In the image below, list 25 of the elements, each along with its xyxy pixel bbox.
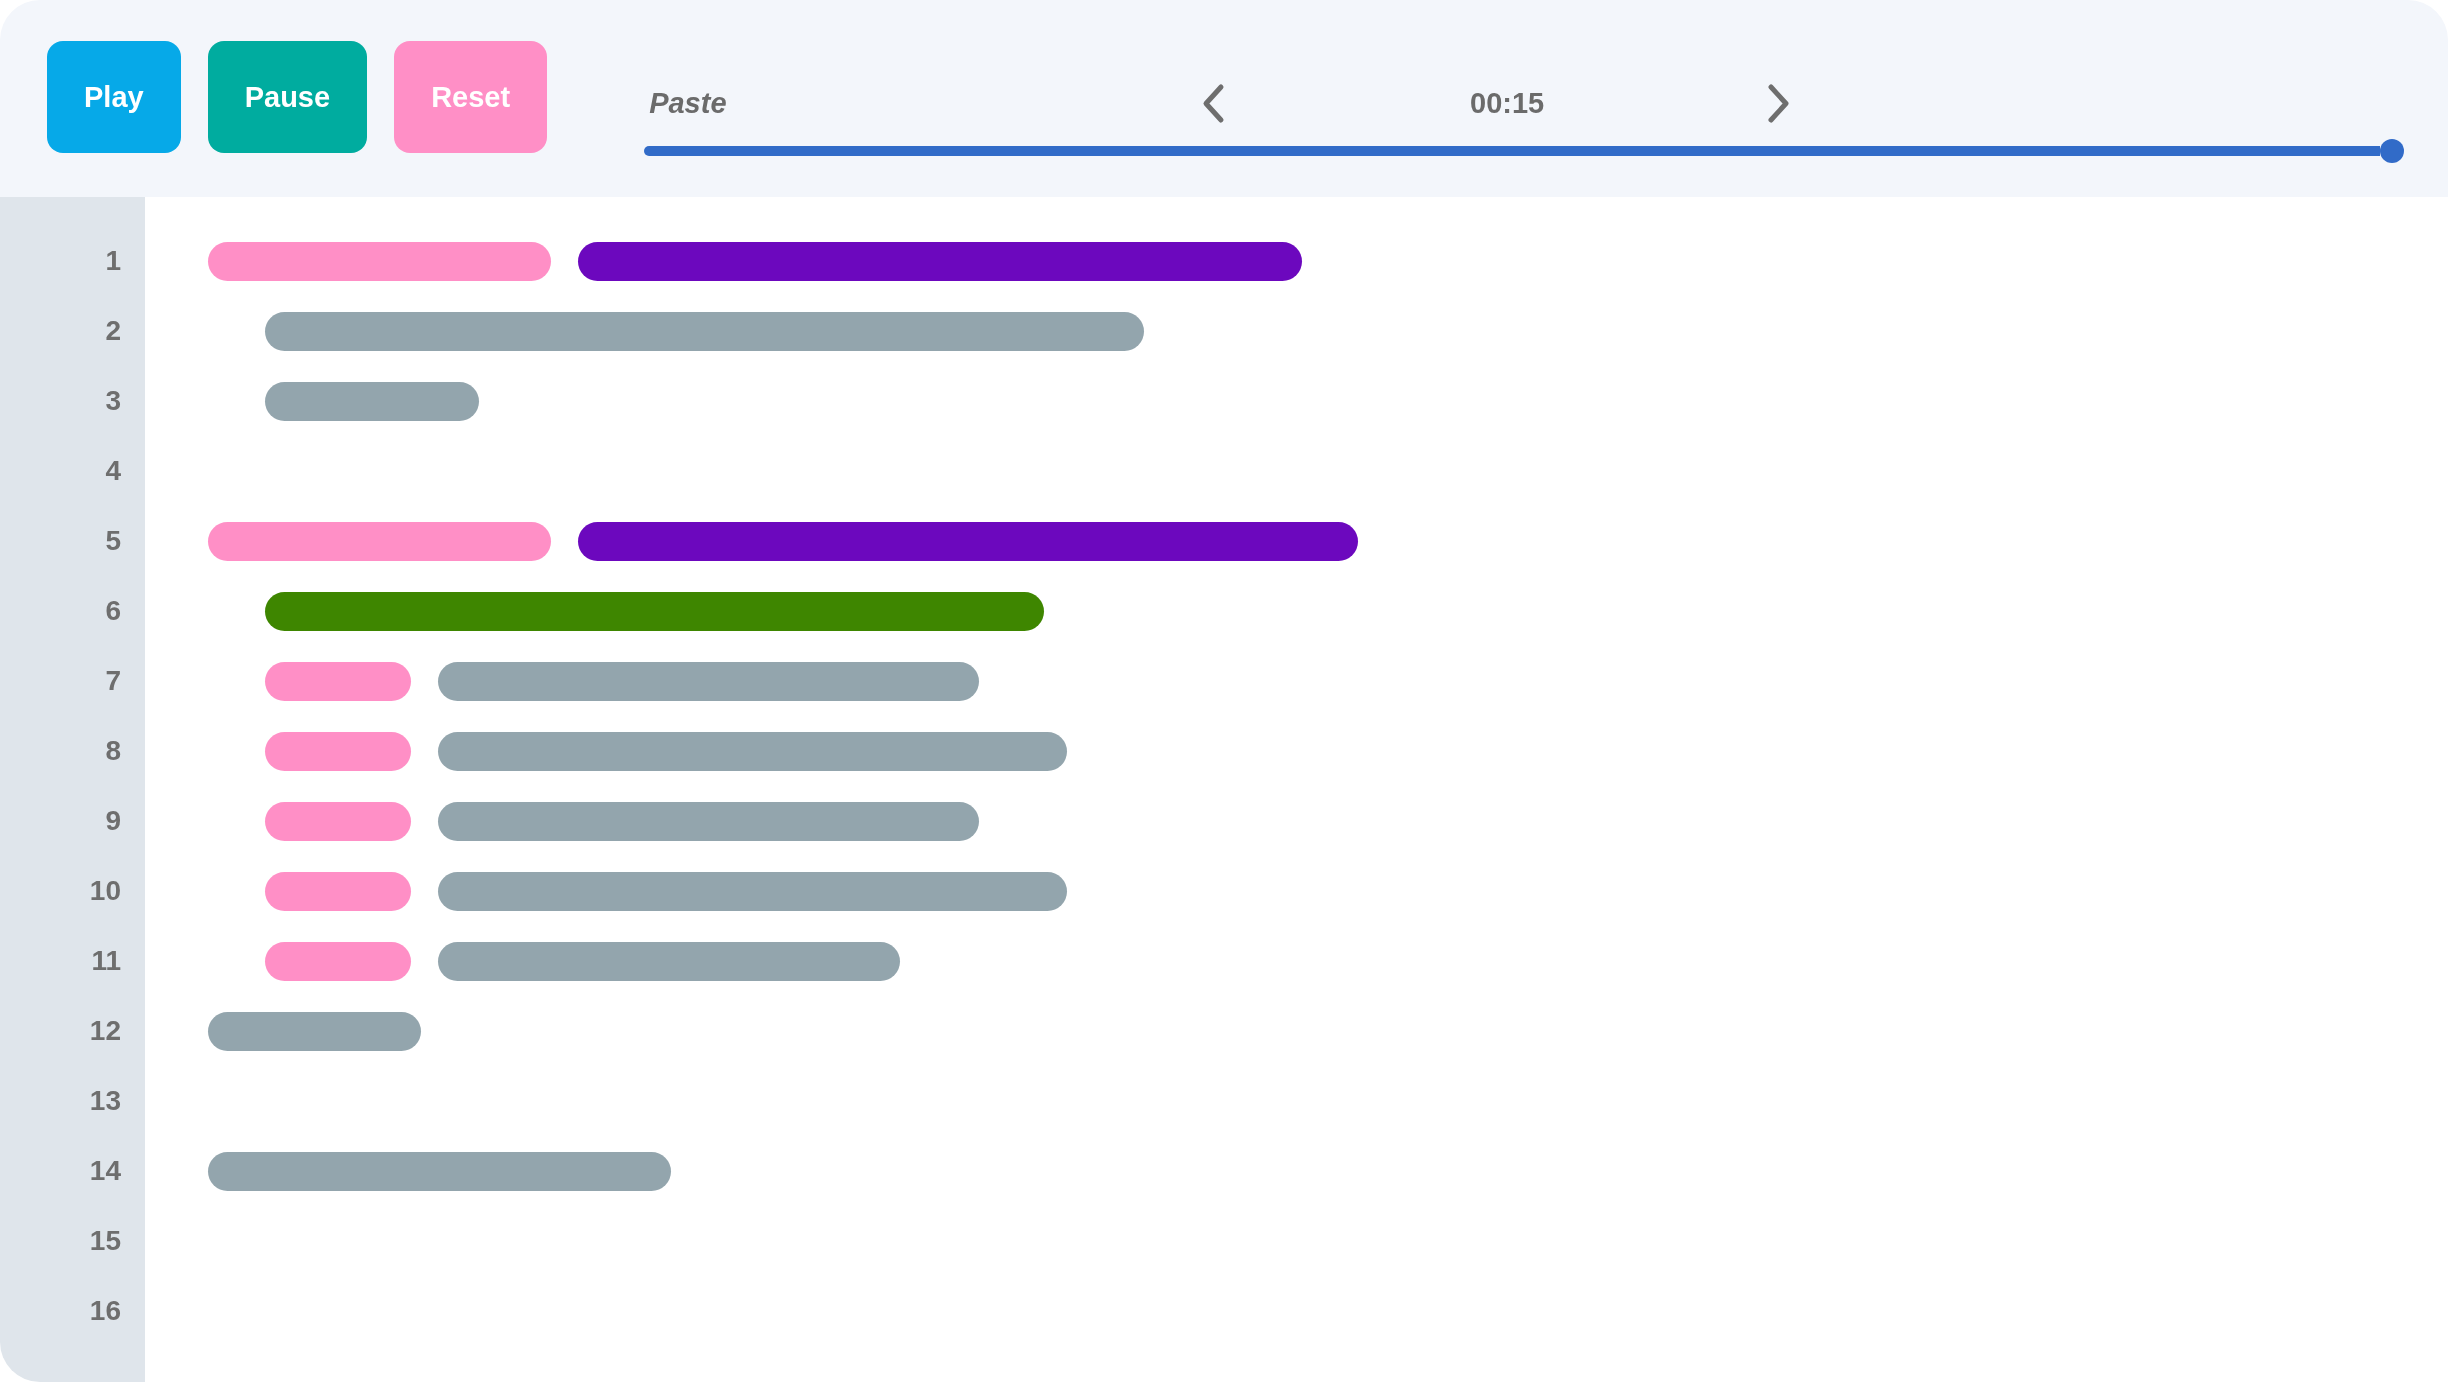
next-button[interactable] xyxy=(1766,82,1792,124)
line-number: 1 xyxy=(105,247,121,275)
line-number: 5 xyxy=(105,527,121,555)
line-number: 7 xyxy=(105,667,121,695)
line-number: 10 xyxy=(89,877,121,905)
time-display: 00:15 xyxy=(1470,86,1545,120)
reset-button[interactable]: Reset xyxy=(394,41,548,153)
line-number: 8 xyxy=(105,737,121,765)
line-number: 14 xyxy=(89,1157,121,1185)
line-number: 2 xyxy=(105,317,121,345)
play-button[interactable]: Play xyxy=(47,41,181,153)
pause-button[interactable]: Pause xyxy=(207,41,368,153)
line-number: 4 xyxy=(105,457,121,485)
line-number: 12 xyxy=(89,1017,121,1045)
step-label: Paste xyxy=(648,86,727,120)
chevron-right-icon xyxy=(1766,82,1792,124)
line-number: 9 xyxy=(105,807,121,835)
line-number: 13 xyxy=(89,1087,121,1115)
slider-track[interactable] xyxy=(644,139,2405,163)
line-number: 6 xyxy=(105,597,121,625)
line-number: 11 xyxy=(91,947,121,975)
slider-thumb[interactable] xyxy=(2380,139,2405,163)
line-number: 15 xyxy=(89,1227,121,1255)
line-number: 16 xyxy=(89,1297,121,1325)
line-number: 3 xyxy=(105,387,121,415)
